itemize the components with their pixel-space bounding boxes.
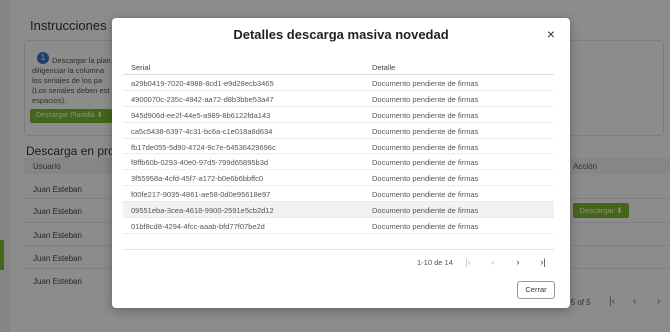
detail-cell: Documento pendiente de firmas bbox=[372, 79, 479, 88]
column-detail: Detalle bbox=[372, 63, 396, 72]
detail-cell: Documento pendiente de firmas bbox=[372, 142, 479, 152]
table-row: 945d906d-ee2f-44e5-a989-8b6122fda143 Doc… bbox=[123, 107, 554, 123]
table-row: 4900070c-235c-4942-aa72-d8b3bbe53a47 Doc… bbox=[123, 91, 554, 107]
close-icon[interactable]: × bbox=[543, 26, 559, 42]
close-button[interactable]: Cerrar bbox=[517, 281, 555, 299]
modal-title: Detalles descarga masiva novedad bbox=[233, 27, 449, 42]
details-modal: Detalles descarga masiva novedad × Seria… bbox=[112, 18, 570, 308]
table-footer-divider bbox=[123, 249, 554, 250]
pager-range: 1-10 de 14 bbox=[417, 258, 453, 267]
serial-cell: a29b0419-7020-4988-8cd1-e9d28ecb3465 bbox=[131, 79, 274, 88]
table-row: ca5c5438-6397-4c31-bc6a-c1e018a8d634 Doc… bbox=[123, 123, 554, 139]
prev-page-icon[interactable]: ‹ bbox=[486, 255, 500, 269]
serial-cell: fb17de055-5d90-4724-9c7e-54536429696c bbox=[131, 142, 276, 152]
column-serial: Serial bbox=[131, 63, 151, 72]
serial-cell: 01bf8cd8-4294-4fcc-aaab-bfd77f07be2d bbox=[131, 222, 265, 232]
first-page-icon[interactable]: |‹ bbox=[461, 255, 475, 269]
serial-cell: f00fe217-9035-4861-ae58-0d0e95618e97 bbox=[131, 190, 271, 200]
serial-cell: 4900070c-235c-4942-aa72-d8b3bbe53a47 bbox=[131, 94, 274, 104]
table-row: f8ffb60b-0293-40e0-97d5-799d65895b3d Doc… bbox=[123, 154, 554, 171]
serial-cell: ca5c5438-6397-4c31-bc6a-c1e018a8d634 bbox=[131, 126, 273, 136]
detail-cell: Documento pendiente de firmas bbox=[372, 206, 479, 216]
serial-cell: 3f55958a-4cfd-45f7-a172-b0e6b6bbffc0 bbox=[131, 174, 264, 184]
detail-cell: Documento pendiente de firmas bbox=[372, 174, 479, 184]
table-row: fb17de055-5d90-4724-9c7e-54536429696c Do… bbox=[123, 139, 554, 155]
detail-cell: Documento pendiente de firmas bbox=[372, 222, 479, 232]
detail-cell: Documento pendiente de firmas bbox=[372, 190, 479, 200]
last-page-icon[interactable]: ›| bbox=[536, 255, 550, 269]
serial-cell: f8ffb60b-0293-40e0-97d5-799d65895b3d bbox=[131, 158, 269, 168]
detail-cell: Documento pendiente de firmas bbox=[372, 94, 479, 104]
detail-cell: Documento pendiente de firmas bbox=[372, 126, 479, 136]
details-table: Serial Detalle a29b0419-7020-4988-8cd1-e… bbox=[123, 60, 554, 234]
table-row: a29b0419-7020-4988-8cd1-e9d28ecb3465 Doc… bbox=[123, 75, 554, 91]
table-header: Serial Detalle bbox=[123, 60, 554, 75]
table-row: f00fe217-9035-4861-ae58-0d0e95618e97 Doc… bbox=[123, 186, 554, 203]
detail-cell: Documento pendiente de firmas bbox=[372, 158, 479, 168]
table-row: 01bf8cd8-4294-4fcc-aaab-bfd77f07be2d Doc… bbox=[123, 218, 554, 234]
table-row: 3f55958a-4cfd-45f7-a172-b0e6b6bbffc0 Doc… bbox=[123, 170, 554, 187]
serial-cell: 945d906d-ee2f-44e5-a989-8b6122fda143 bbox=[131, 110, 271, 120]
next-page-icon[interactable]: › bbox=[511, 255, 525, 269]
table-row-hovered: 09551eba-3cea-4618-9900-2591e5cb2d12 Doc… bbox=[123, 202, 554, 219]
serial-cell: 09551eba-3cea-4618-9900-2591e5cb2d12 bbox=[131, 206, 274, 216]
detail-cell: Documento pendiente de firmas bbox=[372, 110, 479, 120]
